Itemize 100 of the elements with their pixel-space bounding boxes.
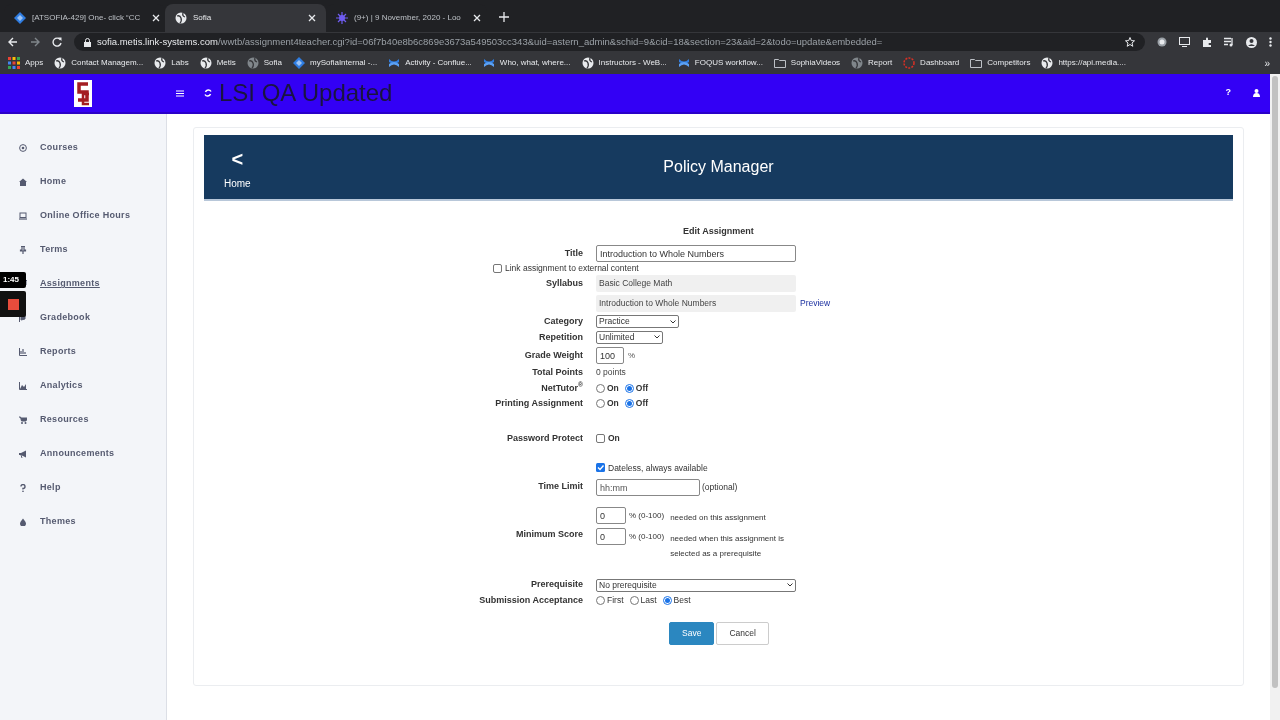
radio-button[interactable] — [596, 596, 605, 605]
bookmark-link[interactable]: Competitors — [987, 57, 1031, 69]
dropdown[interactable]: No prerequisite — [596, 578, 796, 592]
record-icon[interactable] — [1157, 37, 1167, 47]
address-bar[interactable]: sofia.metis.link-systems.com/wwtb/assignment4teacher.cgi?id=06f7b40e8b6c869e3673a549503cc343&uid=astern_admin&schid=9&cid=18&section=23&aid=2&todo=update&embedded= — [74, 33, 1145, 51]
field-label: Prerequisite — [530, 579, 583, 590]
preview-link[interactable]: Preview — [800, 297, 831, 310]
radio-button[interactable] — [596, 383, 605, 393]
sidebar-item[interactable]: Terms — [40, 243, 68, 257]
checkbox[interactable] — [493, 264, 502, 273]
dropdown[interactable]: Unlimited — [596, 330, 663, 344]
radio-label: Off — [635, 381, 649, 395]
hint-text: needed on this assignment — [670, 512, 767, 525]
field-label: Syllabus — [546, 277, 583, 288]
bookmark-link[interactable]: Sofia — [263, 57, 282, 69]
sidebar-item[interactable]: Courses — [40, 141, 79, 155]
radio-button[interactable] — [662, 596, 672, 605]
menu-icon[interactable] — [176, 89, 184, 97]
unit-text: % (0-100) — [629, 531, 665, 544]
puzzle-icon[interactable] — [1202, 37, 1212, 47]
back-arrow-icon[interactable] — [8, 37, 18, 47]
playlist-icon[interactable] — [1224, 37, 1234, 47]
dropdown[interactable]: Practice — [596, 315, 679, 329]
checkbox[interactable] — [596, 434, 605, 443]
radio-button[interactable] — [624, 399, 634, 409]
score-field[interactable]: 0 — [596, 528, 626, 546]
home-link[interactable]: Home — [224, 176, 251, 191]
star-icon[interactable] — [1125, 37, 1135, 47]
sidebar-item[interactable]: Home — [40, 175, 67, 189]
globe-icon — [246, 57, 259, 69]
sidebar-item[interactable]: Gradebook — [40, 311, 91, 325]
chevron-down-icon — [670, 319, 676, 324]
bookmark-link[interactable]: Contact Managem... — [71, 57, 144, 69]
checkbox-label: Link assignment to external content — [505, 262, 639, 275]
sidebar-item[interactable]: Themes — [40, 515, 76, 529]
radio-button[interactable] — [624, 383, 634, 393]
refresh-icon[interactable] — [204, 89, 212, 97]
bookmark-link[interactable]: Labs — [171, 57, 189, 69]
chevron-down-icon — [654, 335, 660, 340]
field-label: NetTutor$^{®}$ — [541, 382, 583, 393]
more-bookmarks-button[interactable]: » — [1264, 55, 1270, 71]
checkbox-label: On — [608, 432, 620, 445]
bookmark-link[interactable]: Metis — [216, 57, 236, 69]
radio-button[interactable] — [629, 596, 639, 605]
folder-icon — [970, 57, 983, 69]
more-icon[interactable] — [1269, 37, 1272, 47]
diamond-icon — [293, 57, 305, 69]
sidebar-item[interactable]: Analytics — [40, 379, 83, 393]
radio-label: First — [607, 594, 624, 607]
close-icon[interactable] — [152, 14, 161, 22]
bookmark-link[interactable]: Activity - Conflue... — [405, 57, 472, 69]
chevron-down-icon — [787, 583, 793, 587]
monitor-icon[interactable] — [1179, 37, 1190, 47]
cancel-button[interactable]: Cancel — [716, 622, 769, 646]
back-button[interactable]: < — [231, 149, 244, 169]
forward-arrow-icon[interactable] — [30, 37, 40, 47]
close-icon[interactable] — [308, 14, 316, 22]
browser-tab[interactable]: Sofia — [165, 4, 326, 32]
checkbox-label: Dateless, always available — [608, 461, 708, 475]
save-button[interactable]: Save — [669, 622, 715, 646]
field-label: Repetition — [539, 331, 583, 342]
sidebar-item[interactable]: Announcements — [40, 447, 115, 461]
bookmark-link[interactable]: Dashboard — [920, 57, 960, 69]
bookmark-link[interactable]: FOQUS workflow... — [694, 57, 763, 69]
field-label: Category — [544, 316, 583, 326]
cross-icon — [388, 57, 401, 69]
close-icon[interactable] — [472, 14, 481, 22]
bookmark-link[interactable]: mySofiaInternal -... — [310, 57, 378, 69]
sidebar-item[interactable]: Reports — [40, 345, 77, 359]
time-field[interactable]: hh:mm — [596, 479, 700, 497]
globe-icon — [851, 57, 864, 69]
sidebar-item[interactable]: Resources — [40, 413, 89, 427]
checkbox[interactable] — [596, 463, 605, 473]
text-field[interactable]: Introduction to Whole Numbers — [596, 245, 796, 262]
bookmark-link[interactable]: Report — [868, 57, 893, 69]
new-tab-icon[interactable] — [499, 12, 509, 22]
sidebar-item[interactable]: Online Office Hours — [40, 209, 131, 223]
field-label: Total Points — [532, 367, 583, 377]
radio-button[interactable] — [596, 399, 605, 409]
bookmark-link[interactable]: https://api.media.... — [1058, 57, 1126, 69]
bookmark-link[interactable]: SophiaVideos — [790, 57, 841, 69]
reload-icon[interactable] — [52, 37, 62, 47]
score-field[interactable]: 0 — [596, 507, 626, 525]
sidebar-item[interactable]: Assignments — [40, 277, 100, 291]
bookmark-link[interactable]: Instructors - WeB... — [598, 57, 667, 69]
radio-label: On — [607, 397, 619, 411]
bookmark-link[interactable]: Apps — [25, 57, 44, 69]
bookmark-link[interactable]: Who, what, where... — [499, 57, 571, 69]
account-icon[interactable] — [1246, 36, 1257, 48]
apps-grid-icon — [8, 57, 20, 69]
help-button[interactable]: ? — [1225, 86, 1231, 100]
sidebar-item[interactable]: Help — [40, 481, 61, 495]
user-icon[interactable] — [1253, 89, 1260, 97]
number-field[interactable]: 100 — [596, 347, 624, 364]
star-icon — [336, 12, 348, 24]
globe-icon — [199, 57, 212, 69]
stop-recording-button[interactable] — [0, 291, 26, 317]
folder-icon — [773, 57, 786, 69]
hint-text: needed when this assignment is selected as a prerequisite — [670, 533, 785, 561]
scrollbar[interactable] — [1270, 74, 1280, 720]
